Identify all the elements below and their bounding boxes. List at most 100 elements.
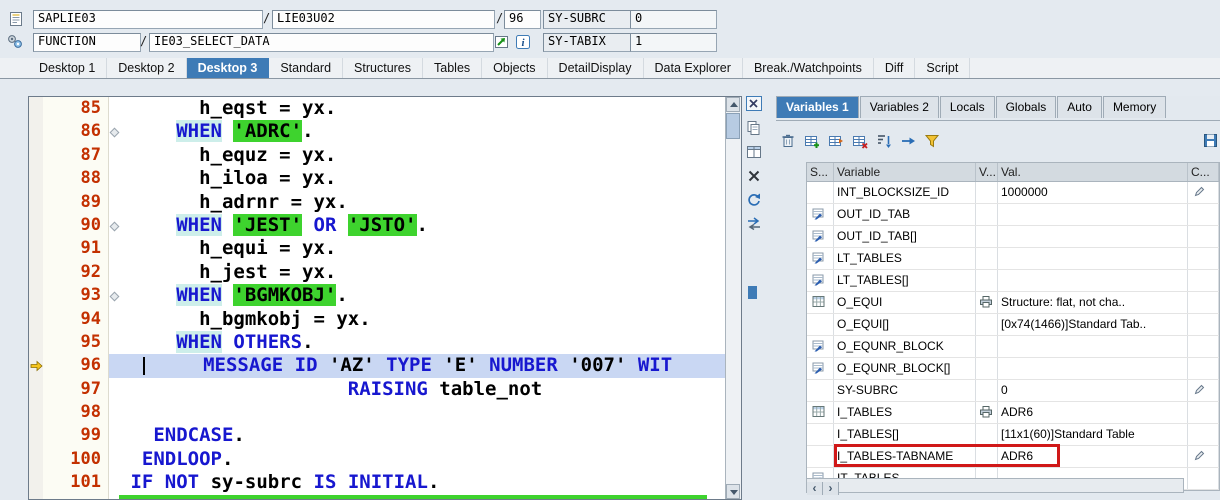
execution-arrow-icon[interactable] — [29, 354, 43, 378]
code-line-85[interactable]: 85 h_eqst = yx. — [29, 97, 726, 121]
variable-row-out-id-tab[interactable]: OUT_ID_TAB — [807, 204, 1219, 226]
navigate-icon[interactable] — [494, 34, 512, 50]
function-name-field[interactable]: IE03_SELECT_DATA — [149, 33, 494, 52]
table-append-icon[interactable] — [804, 133, 822, 149]
filter-icon[interactable] — [924, 133, 942, 149]
code-editor[interactable]: 85 h_eqst = yx. 86 WHEN 'ADRC'. 87 h_equz … — [28, 96, 742, 500]
variable-row-int-blocksize-id[interactable]: INT_BLOCKSIZE_ID 1000000 — [807, 182, 1219, 204]
pencil-icon[interactable] — [1194, 384, 1206, 398]
variables-tab-variables-1[interactable]: Variables 1 — [776, 96, 859, 118]
code-line-95[interactable]: 95 WHEN OTHERS. — [29, 330, 726, 355]
split-icon[interactable] — [746, 144, 764, 162]
code-line-96[interactable]: 96 MESSAGE ID 'AZ' TYPE 'E' NUMBER '007'… — [29, 354, 726, 378]
breakpoint-gutter[interactable] — [29, 213, 43, 238]
desktop-tab-desktop-1[interactable]: Desktop 1 — [28, 58, 108, 78]
copy-icon[interactable] — [746, 120, 764, 138]
breakpoint-gutter[interactable] — [29, 401, 43, 425]
line-number-field[interactable]: 96 — [504, 10, 541, 29]
variables-tab-locals[interactable]: Locals — [939, 96, 995, 118]
breakpoint-gutter[interactable] — [29, 97, 43, 121]
swap-icon[interactable] — [746, 216, 764, 234]
desktop-tab-diff[interactable]: Diff — [874, 58, 916, 78]
breakpoint-gutter[interactable] — [29, 120, 43, 144]
code-line-next[interactable] — [29, 494, 726, 499]
save-layout-icon[interactable] — [1203, 133, 1218, 148]
breakpoint-gutter[interactable] — [29, 284, 43, 308]
code-line-86[interactable]: 86 WHEN 'ADRC'. — [29, 120, 726, 144]
desktop-tab-data-explorer[interactable]: Data Explorer — [644, 58, 743, 78]
close-icon[interactable] — [746, 96, 764, 114]
breakpoint-gutter[interactable] — [29, 377, 43, 402]
trash-icon[interactable] — [780, 133, 798, 149]
info-icon[interactable]: i — [515, 34, 533, 50]
code-line-92[interactable]: 92 h_jest = yx. — [29, 260, 726, 285]
program-field[interactable]: SAPLIE03 — [33, 10, 263, 29]
variable-row-sy-subrc[interactable]: SY-SUBRC 0 — [807, 380, 1219, 402]
variable-row-out-id-tab[interactable]: OUT_ID_TAB[] — [807, 226, 1219, 248]
desktop-tab-standard[interactable]: Standard — [269, 58, 344, 78]
sort-icon[interactable] — [876, 133, 894, 149]
breakpoint-gutter[interactable] — [29, 143, 43, 168]
pencil-icon[interactable] — [1194, 186, 1206, 200]
desktop-tab-break-watchpoints[interactable]: Break./Watchpoints — [743, 58, 874, 78]
variable-row-i-tables[interactable]: I_TABLES[] [11x1(60)]Standard Table — [807, 424, 1219, 446]
column-header-v[interactable]: V... — [976, 163, 998, 181]
code-line-101[interactable]: 101 IF NOT sy-subrc IS INITIAL. — [29, 471, 726, 495]
variables-tab-memory[interactable]: Memory — [1102, 96, 1167, 118]
variables-tab-auto[interactable]: Auto — [1057, 96, 1102, 118]
breakpoint-gutter[interactable] — [29, 260, 43, 285]
variable-row-o-equnr-block[interactable]: O_EQUNR_BLOCK[] — [807, 358, 1219, 380]
scroll-thumb[interactable] — [726, 113, 740, 139]
breakpoint-gutter[interactable] — [29, 307, 43, 331]
column-header-variable[interactable]: Variable — [834, 163, 976, 181]
breakpoint-gutter[interactable] — [29, 167, 43, 191]
code-line-90[interactable]: 90 WHEN 'JEST' OR 'JSTO'. — [29, 213, 726, 238]
transfer-icon[interactable] — [900, 133, 918, 149]
hscroll-left-button[interactable]: ‹ — [807, 482, 823, 495]
desktop-tab-script[interactable]: Script — [915, 58, 971, 78]
variable-row-o-equi[interactable]: O_EQUI Structure: flat, not cha.. — [807, 292, 1219, 314]
scroll-down-button[interactable] — [726, 484, 740, 499]
code-line-93[interactable]: 93 WHEN 'BGMKOBJ'. — [29, 284, 726, 308]
table-delete-icon[interactable] — [852, 133, 870, 149]
code-line-100[interactable]: 100 ENDLOOP. — [29, 447, 726, 472]
breakpoint-gutter[interactable] — [29, 424, 43, 448]
code-line-98[interactable]: 98 — [29, 401, 726, 425]
column-header-c[interactable]: C... — [1188, 163, 1219, 181]
code-line-89[interactable]: 89 h_adrnr = yx. — [29, 190, 726, 214]
editor-vertical-scrollbar[interactable] — [725, 97, 741, 499]
column-header-s[interactable]: S... — [807, 163, 834, 181]
code-line-87[interactable]: 87 h_equz = yx. — [29, 143, 726, 168]
column-header-val[interactable]: Val. — [998, 163, 1188, 181]
code-line-91[interactable]: 91 h_equi = yx. — [29, 237, 726, 261]
breakpoint-gutter[interactable] — [29, 330, 43, 355]
print-icon[interactable] — [979, 296, 993, 311]
variables-tab-variables-2[interactable]: Variables 2 — [859, 96, 939, 118]
table-insert-icon[interactable] — [828, 133, 846, 149]
code-line-97[interactable]: 97 RAISING table_not — [29, 377, 726, 402]
breakpoint-gutter[interactable] — [29, 237, 43, 261]
desktop-tab-desktop-3[interactable]: Desktop 3 — [186, 58, 270, 78]
variable-row-i-tables[interactable]: I_TABLES ADR6 — [807, 402, 1219, 424]
include-field[interactable]: LIE03U02 — [272, 10, 495, 29]
breakpoint-gutter[interactable] — [29, 494, 43, 499]
code-line-99[interactable]: 99 ENDCASE. — [29, 424, 726, 448]
variable-row-lt-tables[interactable]: LT_TABLES — [807, 248, 1219, 270]
scroll-up-button[interactable] — [726, 97, 740, 112]
desktop-tab-detaildisplay[interactable]: DetailDisplay — [548, 58, 644, 78]
code-line-88[interactable]: 88 h_iloa = yx. — [29, 167, 726, 191]
variable-row-o-equi[interactable]: O_EQUI[] [0x74(1466)]Standard Tab.. — [807, 314, 1219, 336]
desktop-tab-objects[interactable]: Objects — [482, 58, 548, 78]
desktop-tab-tables[interactable]: Tables — [423, 58, 483, 78]
hscroll-right-button[interactable]: › — [823, 482, 839, 495]
code-line-94[interactable]: 94 h_bgmkobj = yx. — [29, 307, 726, 331]
pencil-icon[interactable] — [1194, 450, 1206, 464]
delete-icon[interactable] — [746, 168, 764, 186]
kind-field[interactable]: FUNCTION — [33, 33, 141, 52]
variable-row-o-equnr-block[interactable]: O_EQUNR_BLOCK — [807, 336, 1219, 358]
variables-horizontal-scrollbar[interactable]: ‹ › — [806, 478, 1184, 495]
variable-row-lt-tables[interactable]: LT_TABLES[] — [807, 270, 1219, 292]
desktop-tab-desktop-2[interactable]: Desktop 2 — [107, 58, 187, 78]
print-icon[interactable] — [979, 406, 993, 421]
desktop-tab-structures[interactable]: Structures — [343, 58, 424, 78]
